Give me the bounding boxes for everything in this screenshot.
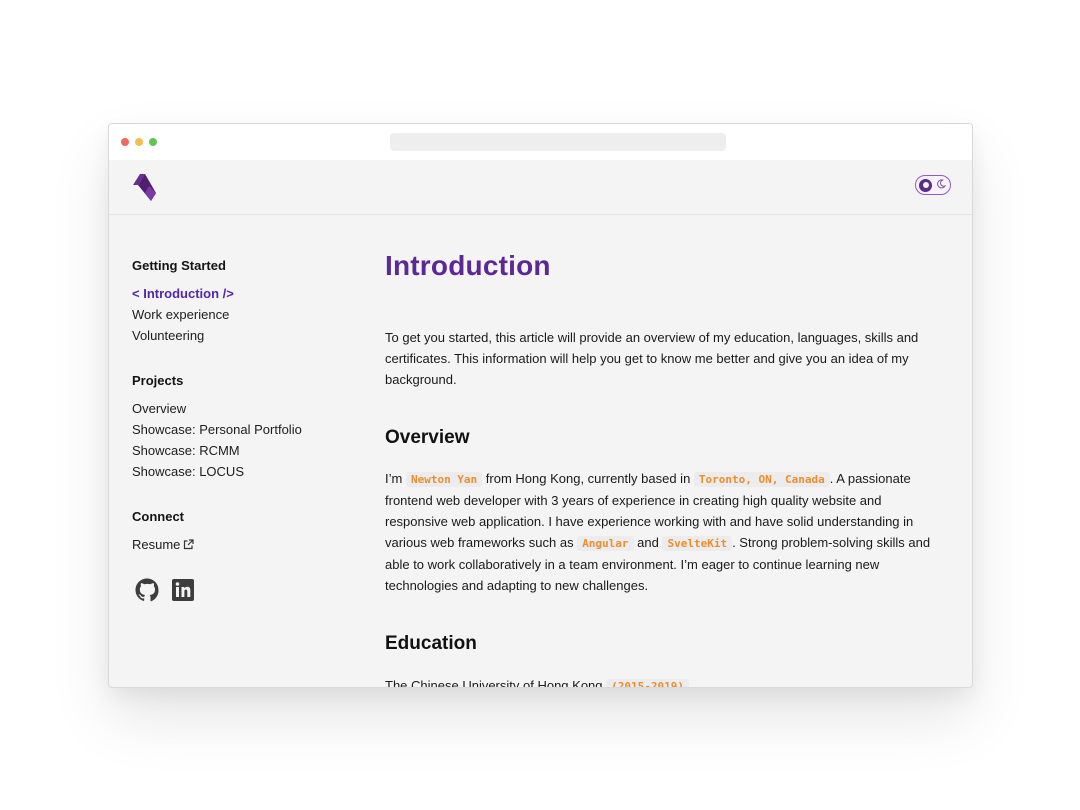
nav-item-introduction[interactable]: < Introduction /> — [132, 283, 352, 304]
location-code: Toronto, ON, Canada — [693, 472, 830, 487]
sun-icon — [919, 178, 932, 192]
social-links — [132, 578, 352, 602]
nav-heading: Projects — [132, 373, 184, 388]
maximize-dot[interactable] — [149, 138, 157, 146]
browser-window: Getting Started < Introduction /> Work e… — [108, 123, 973, 688]
overview-paragraph: I’m Newton Yan from Hong Kong, currently… — [385, 468, 940, 596]
education-entry: The Chinese University of Hong Kong (201… — [385, 675, 940, 688]
site-header — [109, 160, 972, 215]
nav-item-resume[interactable]: Resume — [132, 534, 352, 555]
github-icon[interactable] — [135, 578, 159, 602]
nav-heading: Getting Started — [132, 258, 226, 273]
nav-item-locus[interactable]: Showcase: LOCUS — [132, 461, 352, 482]
framework-code: SvelteKit — [662, 536, 733, 551]
moon-icon — [937, 179, 946, 189]
overview-text: from Hong Kong, currently based in — [482, 471, 694, 486]
nav-section-getting-started: Getting Started < Introduction /> Work e… — [132, 258, 352, 346]
page-title: Introduction — [385, 250, 551, 281]
nav-item-rcmm[interactable]: Showcase: RCMM — [132, 440, 352, 461]
window-titlebar — [109, 124, 972, 160]
close-dot[interactable] — [121, 138, 129, 146]
nav-item-overview[interactable]: Overview — [132, 398, 352, 419]
nav-section-connect: Connect Resume — [132, 509, 352, 555]
nav-item-work-experience[interactable]: Work experience — [132, 304, 352, 325]
linkedin-icon[interactable] — [171, 578, 195, 602]
education-years: (2015-2019) — [606, 679, 689, 687]
window-controls — [121, 138, 157, 146]
education-heading: Education — [385, 633, 477, 654]
resume-label: Resume — [132, 537, 181, 552]
nav-heading: Connect — [132, 509, 184, 524]
overview-heading: Overview — [385, 427, 470, 448]
name-code: Newton Yan — [405, 472, 483, 487]
logo-icon[interactable] — [131, 171, 157, 207]
address-bar[interactable] — [390, 133, 726, 151]
external-link-icon — [184, 539, 195, 550]
nav-item-personal-portfolio[interactable]: Showcase: Personal Portfolio — [132, 419, 352, 440]
school-name: The Chinese University of Hong Kong — [385, 678, 603, 688]
intro-paragraph: To get you started, this article will pr… — [385, 330, 919, 387]
minimize-dot[interactable] — [135, 138, 143, 146]
sidebar-nav: Getting Started < Introduction /> Work e… — [132, 258, 352, 602]
theme-toggle[interactable] — [915, 175, 951, 195]
nav-section-projects: Projects Overview Showcase: Personal Por… — [132, 373, 352, 482]
nav-item-volunteering[interactable]: Volunteering — [132, 325, 352, 346]
framework-code: Angular — [577, 536, 634, 551]
overview-text: I’m — [385, 471, 406, 486]
article-content: Introduction To get you started, this ar… — [385, 248, 940, 688]
overview-text: and — [633, 535, 663, 550]
